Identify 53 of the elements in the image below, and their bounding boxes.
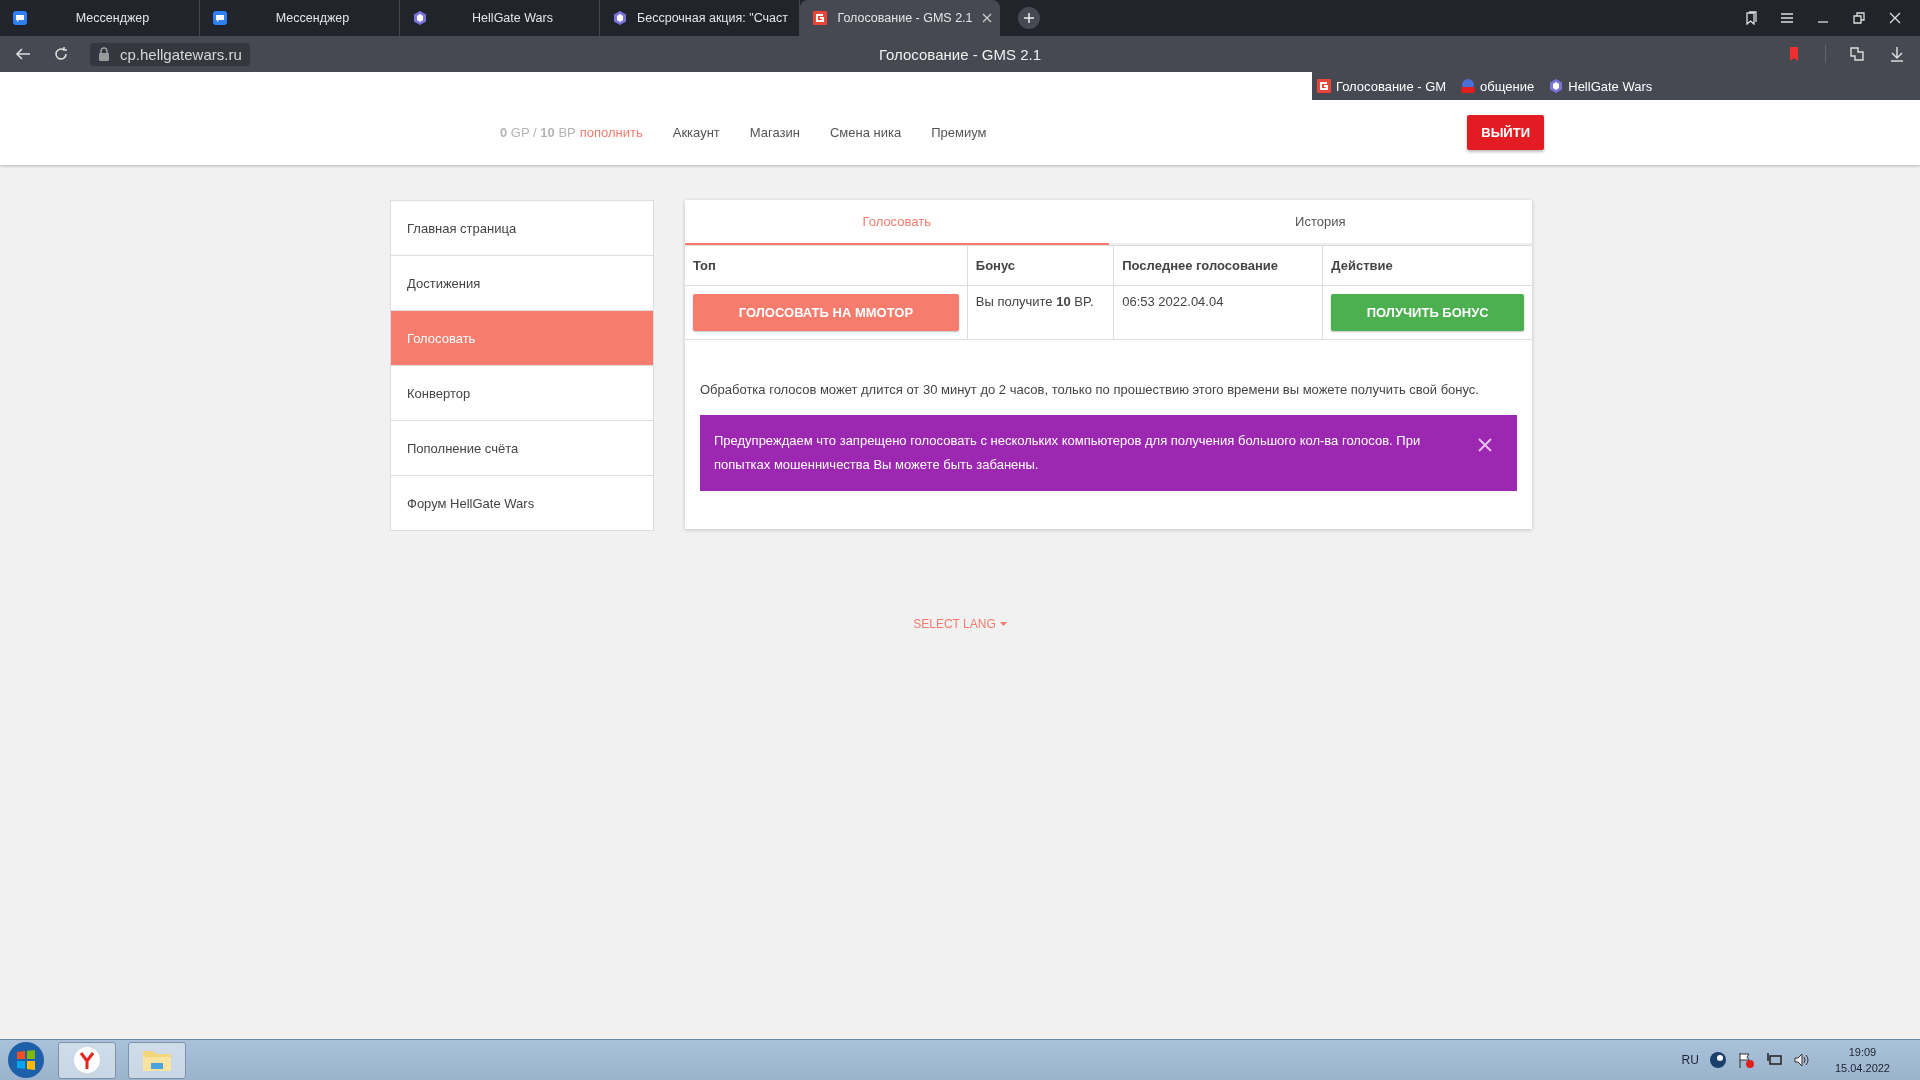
nav-link[interactable]: Премиум — [931, 125, 987, 140]
clock-date[interactable]: 15.04.2022 — [1834, 1060, 1890, 1076]
restore-icon[interactable] — [1852, 11, 1866, 25]
sidebar-item[interactable]: Форум HellGate Wars — [391, 475, 653, 530]
browser-logo-icon — [73, 1046, 101, 1074]
clock-time[interactable]: 19:09 — [1848, 1044, 1877, 1060]
bookmarks-icon[interactable] — [1744, 11, 1758, 25]
balance-text: 0 GP / 10 BP — [500, 125, 576, 140]
chat-bubble-icon — [212, 10, 228, 26]
letter-logo-icon — [1316, 78, 1332, 94]
lock-icon — [96, 46, 112, 62]
menu-icon[interactable] — [1780, 11, 1794, 25]
chat-bubble-icon — [12, 10, 28, 26]
caret-icon — [999, 622, 1007, 626]
speaker-icon[interactable] — [1792, 1051, 1811, 1069]
column-header: Бонус — [967, 245, 1114, 286]
taskbar-app[interactable] — [58, 1041, 116, 1079]
steam-icon[interactable] — [1708, 1051, 1727, 1069]
reload-icon[interactable] — [52, 45, 70, 63]
start-button-icon[interactable] — [6, 1040, 46, 1080]
column-header: Топ — [685, 245, 968, 286]
logout-button[interactable]: ВЫЙТИ — [1467, 115, 1544, 150]
column-header: Последнее голосование — [1113, 245, 1323, 286]
bookmark-link[interactable]: общение — [1460, 78, 1535, 94]
close-icon[interactable] — [982, 13, 992, 23]
download-icon[interactable] — [1888, 45, 1906, 63]
letter-logo-icon — [812, 10, 828, 26]
sidebar-item[interactable]: Пополнение счёта — [391, 420, 653, 475]
close-icon[interactable] — [1888, 11, 1902, 25]
flag-warning-icon[interactable] — [1736, 1051, 1755, 1069]
table-cell: 06:53 2022.04.04 — [1122, 294, 1224, 309]
hexagon-logo-icon — [412, 10, 428, 26]
bookmark-link[interactable]: HellGate Wars — [1548, 78, 1653, 94]
page-title: Голосование - GMS 2.1 — [878, 45, 1042, 63]
hexagon-logo-icon — [1548, 78, 1565, 94]
chat-badge-icon — [1460, 78, 1477, 94]
nav-link[interactable]: Смена ника — [829, 125, 902, 140]
address-field[interactable]: cp.hellgatewars.ru — [90, 42, 250, 66]
language-indicator[interactable]: RU — [1681, 1053, 1699, 1067]
bookmark-link[interactable]: Голосование - GM — [1316, 78, 1447, 94]
alert-text: Предупреждаем что запрещено голосовать с нескольких компьютеров для получения большого кол-ва голосов. При попытках мошенничества Вы можете быть забанены. — [714, 432, 1422, 474]
panel-tab[interactable]: История — [1108, 200, 1532, 245]
sidebar-item[interactable]: Конвертор — [391, 365, 653, 420]
nav-link[interactable]: Аккаунт — [672, 125, 720, 140]
column-header: Действие — [1322, 245, 1532, 286]
sidebar-item[interactable]: Главная страница — [391, 201, 653, 255]
info-text: Обработка голосов может длится от 30 минут до 2 часов, только по прошествию этого времени вы можете получить свой бонус. — [700, 382, 1480, 397]
nav-link[interactable]: Магазин — [749, 125, 800, 140]
extensions-icon[interactable] — [1848, 45, 1866, 63]
browser-tab[interactable]: Голосование - GMS 2.1 — [800, 0, 1000, 36]
hexagon-logo-icon — [612, 10, 628, 26]
table-cell: Вы получите 10 BP. — [975, 294, 1094, 309]
new-tab-icon[interactable] — [1018, 7, 1040, 29]
